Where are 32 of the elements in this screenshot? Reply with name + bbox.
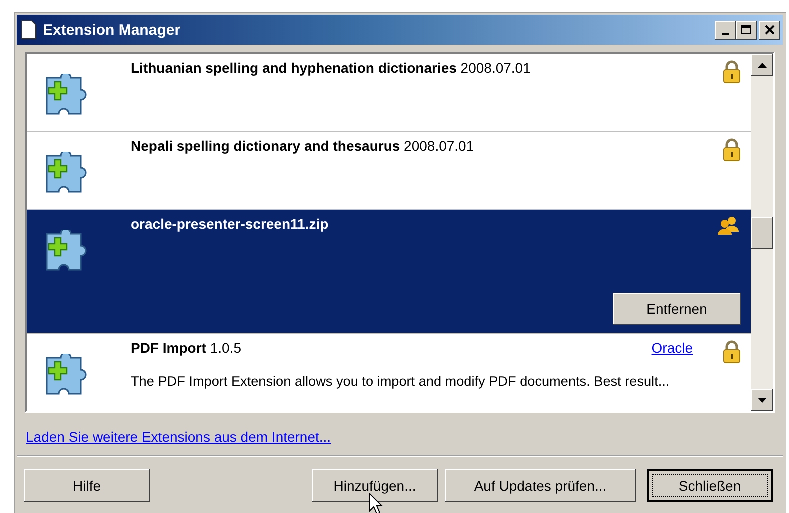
down-arrow-icon: [758, 398, 766, 402]
dialog-button[interactable]: Auf Updates prüfen...: [445, 469, 636, 502]
dialog-button[interactable]: Schließen: [647, 469, 773, 502]
scroll-thumb[interactable]: [751, 217, 773, 249]
extension-row[interactable]: oracle-presenter-screen11.zip Entfernen: [27, 210, 751, 334]
extension-name: PDF Import 1.0.5: [131, 340, 242, 356]
scrollbar[interactable]: [751, 54, 773, 411]
scroll-up-button[interactable]: [751, 54, 773, 76]
padlock-icon: [723, 138, 741, 162]
scroll-down-button[interactable]: [751, 389, 773, 411]
maximize-button[interactable]: [736, 20, 757, 40]
mouse-cursor-icon: [369, 493, 383, 513]
publisher-link[interactable]: Oracle: [652, 340, 693, 356]
close-button[interactable]: [759, 20, 780, 40]
maximize-icon: [741, 25, 752, 35]
remove-button[interactable]: Entfernen: [613, 293, 741, 325]
extension-description: The PDF Import Extension allows you to import and modify PDF documents. Best result...: [131, 374, 671, 389]
document-icon: [21, 20, 37, 40]
up-arrow-icon: [758, 62, 766, 68]
minimize-button[interactable]: [715, 20, 736, 40]
dialog-button[interactable]: Hilfe: [24, 469, 150, 502]
extension-name: Lithuanian spelling and hyphenation dictionaries 2008.07.01: [131, 60, 532, 76]
more-extensions-link[interactable]: Laden Sie weitere Extensions aus dem Internet...: [26, 429, 332, 445]
minimize-icon: [722, 32, 729, 34]
extension-name: oracle-presenter-screen11.zip: [131, 216, 330, 232]
users-icon: [717, 216, 741, 236]
padlock-icon: [723, 60, 741, 84]
dialog-button[interactable]: Hinzufügen...: [312, 469, 438, 502]
close-icon: [764, 25, 774, 35]
padlock-icon: [723, 340, 741, 364]
extension-name: Nepali spelling dictionary and thesaurus 2008.07.01: [131, 138, 476, 154]
window-title: Extension Manager: [43, 22, 182, 38]
